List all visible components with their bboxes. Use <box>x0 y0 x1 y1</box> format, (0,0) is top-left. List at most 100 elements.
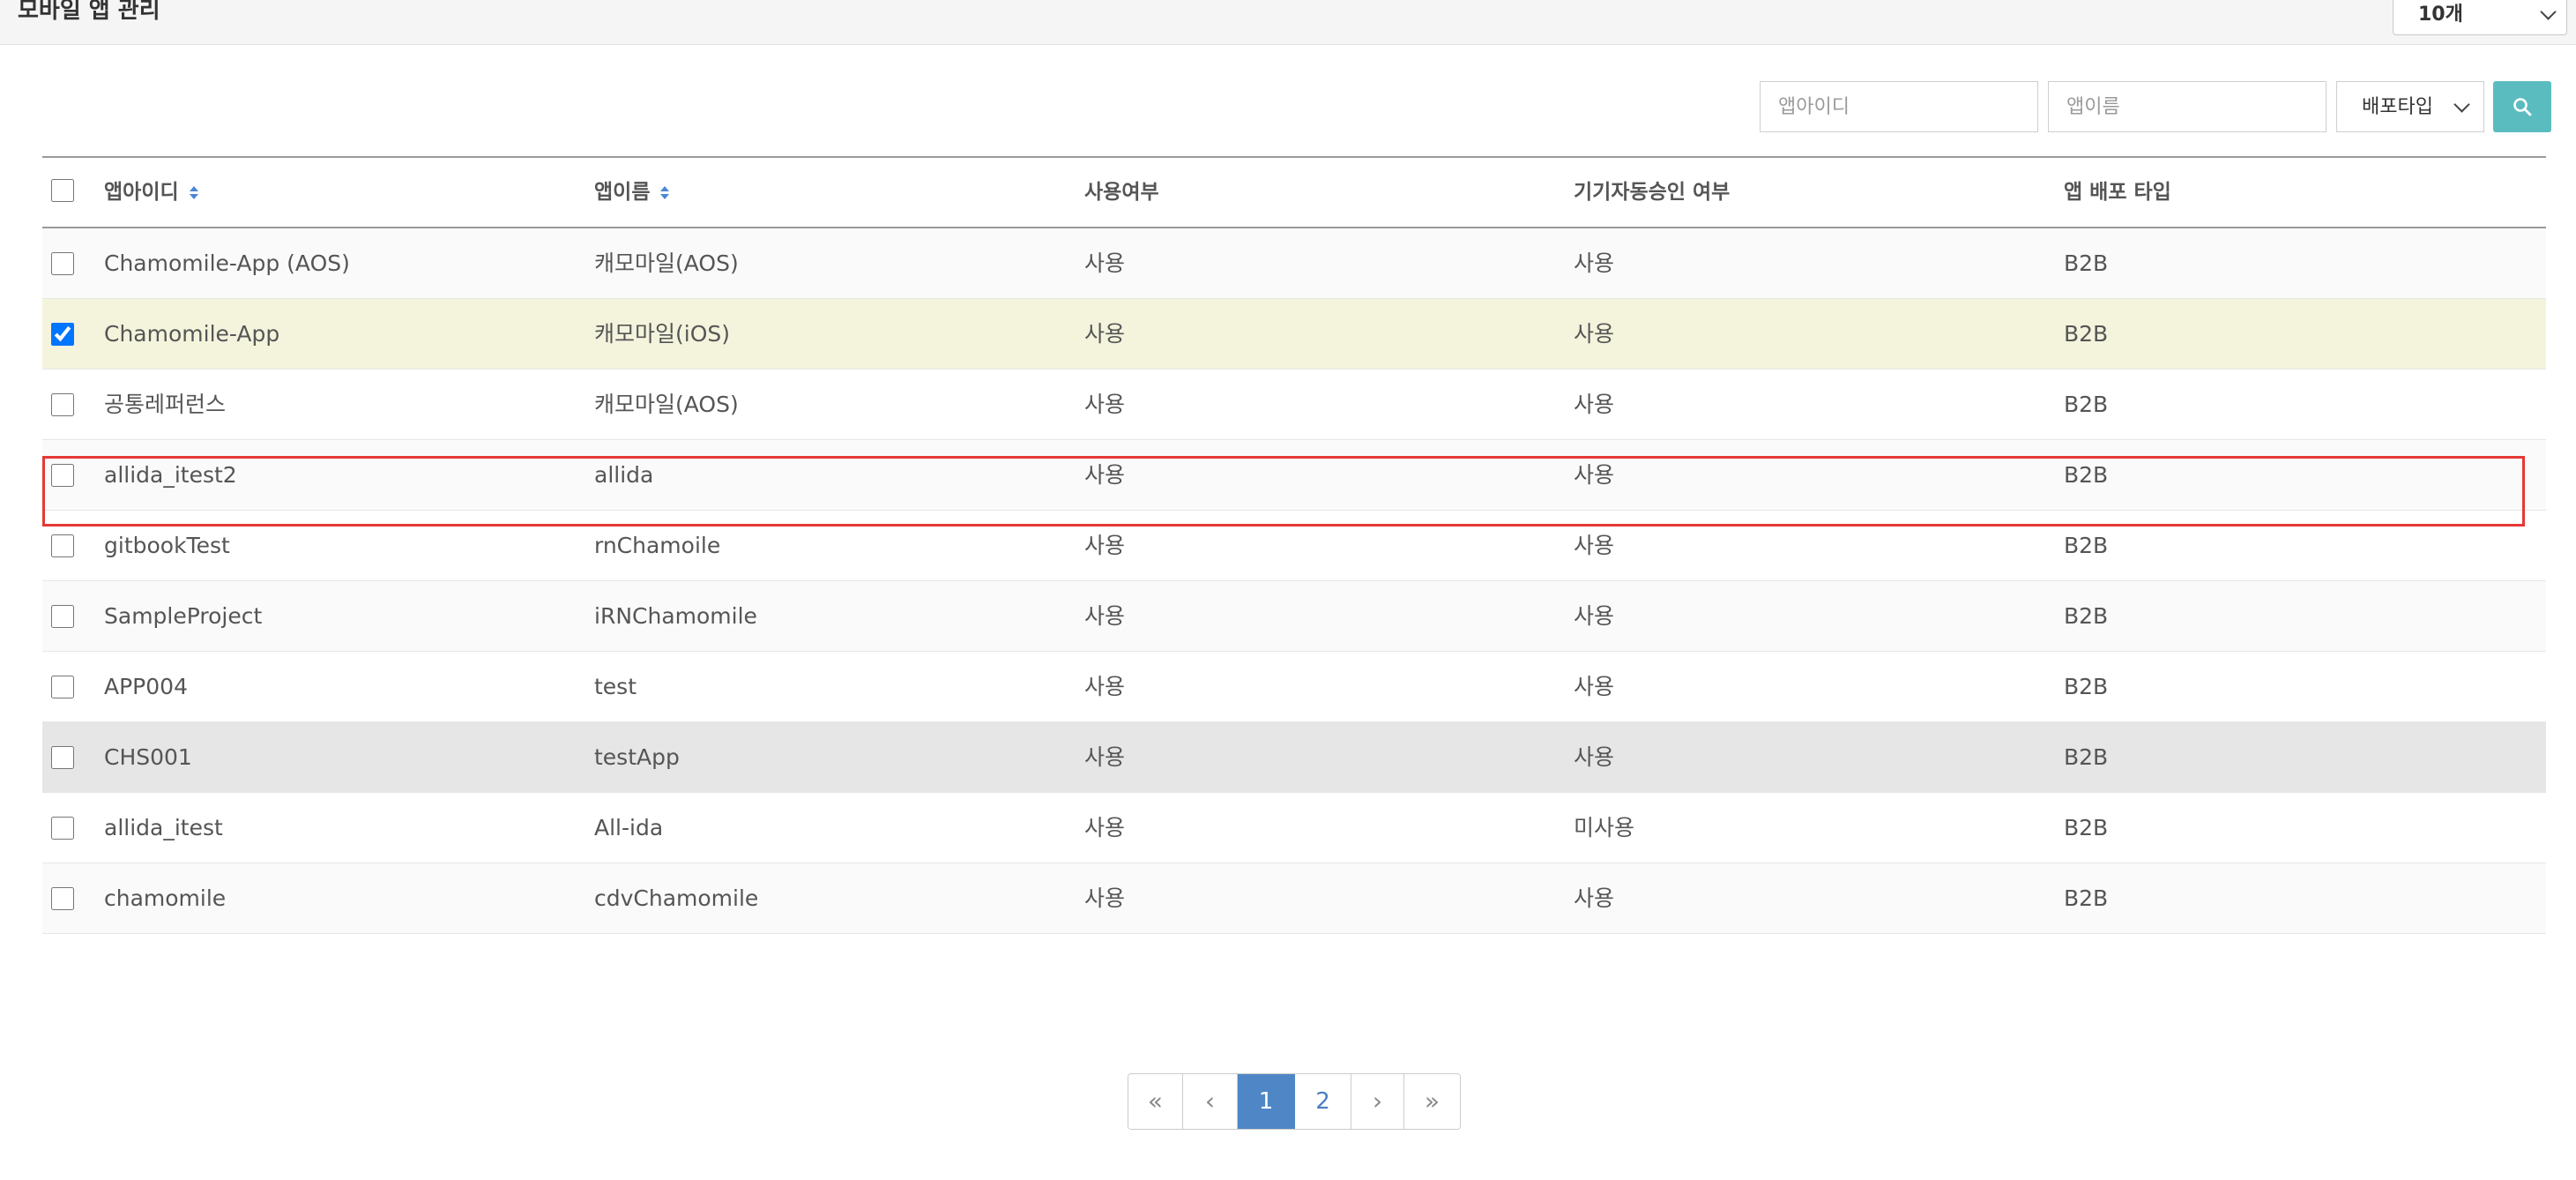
cell-auto-approve: 사용 <box>1574 462 1615 488</box>
cell-app-id: allida_itest <box>104 815 223 840</box>
deploy-type-select[interactable]: 배포타입 <box>2336 81 2484 132</box>
table-row[interactable]: allida_itest All-ida 사용 미사용 B2B <box>42 793 2546 863</box>
select-all-checkbox[interactable] <box>51 179 74 202</box>
cell-deploy-type: B2B <box>2064 392 2109 417</box>
cell-use-yn: 사용 <box>1084 603 1126 629</box>
cell-deploy-type: B2B <box>2064 815 2109 840</box>
deploy-type-value: 배포타입 <box>2362 96 2433 118</box>
cell-deploy-type: B2B <box>2064 250 2109 276</box>
cell-app-id: Chamomile-App <box>104 321 280 347</box>
first-page-button[interactable]: « <box>1128 1074 1183 1129</box>
search-icon <box>2513 98 2532 116</box>
chevron-down-icon <box>2540 4 2557 20</box>
app-id-search-input[interactable] <box>1760 81 2038 132</box>
cell-app-id: 공통레퍼런스 <box>104 392 227 417</box>
cell-app-name: 캐모마일(iOS) <box>594 321 730 347</box>
row-checkbox[interactable] <box>51 887 74 910</box>
cell-auto-approve: 사용 <box>1574 250 1615 276</box>
cell-app-id: CHS001 <box>104 744 192 770</box>
column-header-deploy-type: 앱 배포 타입 <box>2064 181 2171 204</box>
cell-app-id: gitbookTest <box>104 533 230 558</box>
cell-auto-approve: 미사용 <box>1574 815 1635 840</box>
table-row[interactable]: allida_itest2 allida 사용 사용 B2B <box>42 440 2546 511</box>
page-header: 모바일 앱 관리 10개 <box>0 0 2576 45</box>
row-checkbox[interactable] <box>51 534 74 557</box>
cell-use-yn: 사용 <box>1084 250 1126 276</box>
cell-app-id: Chamomile-App (AOS) <box>104 250 350 276</box>
chevron-down-icon <box>2453 96 2470 113</box>
page-button-1[interactable]: 1 <box>1238 1074 1295 1129</box>
table-row[interactable]: Chamomile-App 캐모마일(iOS) 사용 사용 B2B <box>42 299 2546 370</box>
cell-app-name: allida <box>594 462 654 488</box>
cell-use-yn: 사용 <box>1084 462 1126 488</box>
column-header-app-name[interactable]: 앱이름 <box>594 177 670 207</box>
column-header-use-yn: 사용여부 <box>1084 181 1159 204</box>
table-row[interactable]: gitbookTest rnChamoile 사용 사용 B2B <box>42 511 2546 581</box>
table-row[interactable]: SampleProject iRNChamomile 사용 사용 B2B <box>42 581 2546 652</box>
table-header: 앱아이디 앱이름 사용여부 기기자동승인 여부 앱 배포 타입 <box>42 156 2546 228</box>
cell-auto-approve: 사용 <box>1574 392 1615 417</box>
cell-use-yn: 사용 <box>1084 885 1126 911</box>
cell-use-yn: 사용 <box>1084 321 1126 347</box>
cell-app-name: test <box>594 674 637 699</box>
column-header-label: 앱아이디 <box>104 181 179 204</box>
row-checkbox[interactable] <box>51 605 74 628</box>
cell-app-name: All-ida <box>594 815 664 840</box>
cell-deploy-type: B2B <box>2064 885 2109 911</box>
row-checkbox[interactable] <box>51 464 74 487</box>
cell-use-yn: 사용 <box>1084 533 1126 558</box>
cell-deploy-type: B2B <box>2064 533 2109 558</box>
column-header-app-id[interactable]: 앱아이디 <box>104 177 198 207</box>
cell-app-id: APP004 <box>104 674 188 699</box>
table-row[interactable]: chamomile cdvChamomile 사용 사용 B2B <box>42 863 2546 934</box>
cell-app-name: 캐모마일(AOS) <box>594 392 739 417</box>
cell-deploy-type: B2B <box>2064 462 2109 488</box>
app-table: 앱아이디 앱이름 사용여부 기기자동승인 여부 앱 배포 타입 Chamomil… <box>42 156 2546 934</box>
table-row[interactable]: 공통레퍼런스 캐모마일(AOS) 사용 사용 B2B <box>42 370 2546 440</box>
cell-auto-approve: 사용 <box>1574 321 1615 347</box>
cell-auto-approve: 사용 <box>1574 533 1615 558</box>
row-checkbox[interactable] <box>51 746 74 769</box>
cell-app-name: cdvChamomile <box>594 885 759 911</box>
cell-use-yn: 사용 <box>1084 392 1126 417</box>
app-name-search-input[interactable] <box>2048 81 2327 132</box>
cell-deploy-type: B2B <box>2064 744 2109 770</box>
cell-deploy-type: B2B <box>2064 321 2109 347</box>
sort-icon[interactable] <box>660 185 670 201</box>
cell-deploy-type: B2B <box>2064 603 2109 629</box>
page-button-2[interactable]: 2 <box>1295 1074 1351 1129</box>
cell-use-yn: 사용 <box>1084 815 1126 840</box>
row-checkbox[interactable] <box>51 252 74 275</box>
cell-auto-approve: 사용 <box>1574 603 1615 629</box>
cell-app-name: iRNChamomile <box>594 603 757 629</box>
cell-auto-approve: 사용 <box>1574 885 1615 911</box>
prev-page-button[interactable]: ‹ <box>1183 1074 1238 1129</box>
cell-use-yn: 사용 <box>1084 744 1126 770</box>
cell-app-id: chamomile <box>104 885 227 911</box>
cell-app-name: testApp <box>594 744 680 770</box>
last-page-button[interactable]: » <box>1404 1074 1460 1129</box>
next-page-button[interactable]: › <box>1351 1074 1404 1129</box>
sort-icon[interactable] <box>189 185 198 201</box>
column-header-label: 앱이름 <box>594 181 651 204</box>
page-title: 모바일 앱 관리 <box>18 0 160 24</box>
search-button[interactable] <box>2493 81 2551 132</box>
table-row[interactable]: APP004 test 사용 사용 B2B <box>42 652 2546 722</box>
row-checkbox[interactable] <box>51 323 74 346</box>
table-row[interactable]: Chamomile-App (AOS) 캐모마일(AOS) 사용 사용 B2B <box>42 228 2546 299</box>
cell-auto-approve: 사용 <box>1574 674 1615 699</box>
row-checkbox[interactable] <box>51 393 74 416</box>
row-checkbox[interactable] <box>51 676 74 698</box>
pagination: « ‹ 1 2 › » <box>1128 1073 1461 1130</box>
cell-deploy-type: B2B <box>2064 674 2109 699</box>
cell-app-id: allida_itest2 <box>104 462 237 488</box>
table-row[interactable]: CHS001 testApp 사용 사용 B2B <box>42 722 2546 793</box>
row-checkbox[interactable] <box>51 817 74 840</box>
page-size-select[interactable]: 10개 <box>2393 0 2567 35</box>
page-size-value: 10개 <box>2418 4 2463 26</box>
cell-use-yn: 사용 <box>1084 674 1126 699</box>
cell-auto-approve: 사용 <box>1574 744 1615 770</box>
cell-app-name: rnChamoile <box>594 533 721 558</box>
cell-app-name: 캐모마일(AOS) <box>594 250 739 276</box>
cell-app-id: SampleProject <box>104 603 263 629</box>
